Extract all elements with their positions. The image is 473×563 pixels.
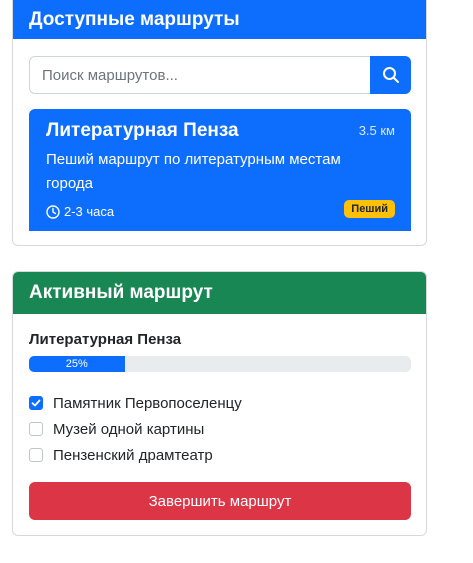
active-route-header: Активный маршрут bbox=[13, 272, 426, 314]
route-point-checkbox[interactable] bbox=[29, 396, 43, 410]
route-distance: 3.5 км bbox=[358, 123, 395, 138]
search-input[interactable] bbox=[29, 56, 370, 94]
search-icon bbox=[382, 66, 400, 84]
available-routes-card: Доступные маршруты Литературная Пенза 3.… bbox=[12, 0, 427, 246]
route-progress-label: 25% bbox=[65, 358, 88, 370]
available-routes-title: Доступные маршруты bbox=[29, 9, 240, 30]
route-point-item[interactable]: Музей одной картины bbox=[29, 416, 242, 442]
active-route-name: Литературная Пенза bbox=[29, 331, 182, 348]
route-points-list: Памятник Первопоселенцу Музей одной карт… bbox=[29, 390, 242, 468]
route-progress-bar: 25% bbox=[29, 356, 125, 372]
route-duration: 2-3 часа bbox=[46, 204, 114, 219]
route-search bbox=[29, 56, 411, 94]
route-list-item[interactable]: Литературная Пенза 3.5 км Пеший маршрут … bbox=[29, 109, 411, 231]
route-point-checkbox[interactable] bbox=[29, 448, 43, 462]
finish-route-button[interactable]: Завершить маршрут bbox=[29, 482, 411, 520]
route-type-badge: Пеший bbox=[344, 200, 395, 218]
available-routes-header: Доступные маршруты bbox=[13, 0, 426, 39]
route-point-checkbox[interactable] bbox=[29, 422, 43, 436]
active-route-title: Активный маршрут bbox=[29, 282, 213, 303]
route-point-item[interactable]: Памятник Первопоселенцу bbox=[29, 390, 242, 416]
route-duration-label: 2-3 часа bbox=[64, 204, 115, 219]
active-route-card: Активный маршрут Литературная Пенза 25% … bbox=[12, 271, 427, 536]
route-point-label: Пензенский драмтеатр bbox=[53, 446, 213, 464]
route-point-item[interactable]: Пензенский драмтеатр bbox=[29, 442, 242, 468]
route-progress: 25% bbox=[29, 356, 411, 372]
route-title: Литературная Пенза bbox=[46, 120, 239, 141]
route-point-label: Памятник Первопоселенцу bbox=[53, 394, 242, 412]
clock-icon bbox=[46, 204, 64, 219]
route-description: Пеший маршрут по литературным местам гор… bbox=[46, 151, 341, 192]
checkmark-icon bbox=[31, 399, 41, 407]
route-point-label: Музей одной картины bbox=[53, 420, 205, 438]
search-button[interactable] bbox=[370, 56, 411, 94]
